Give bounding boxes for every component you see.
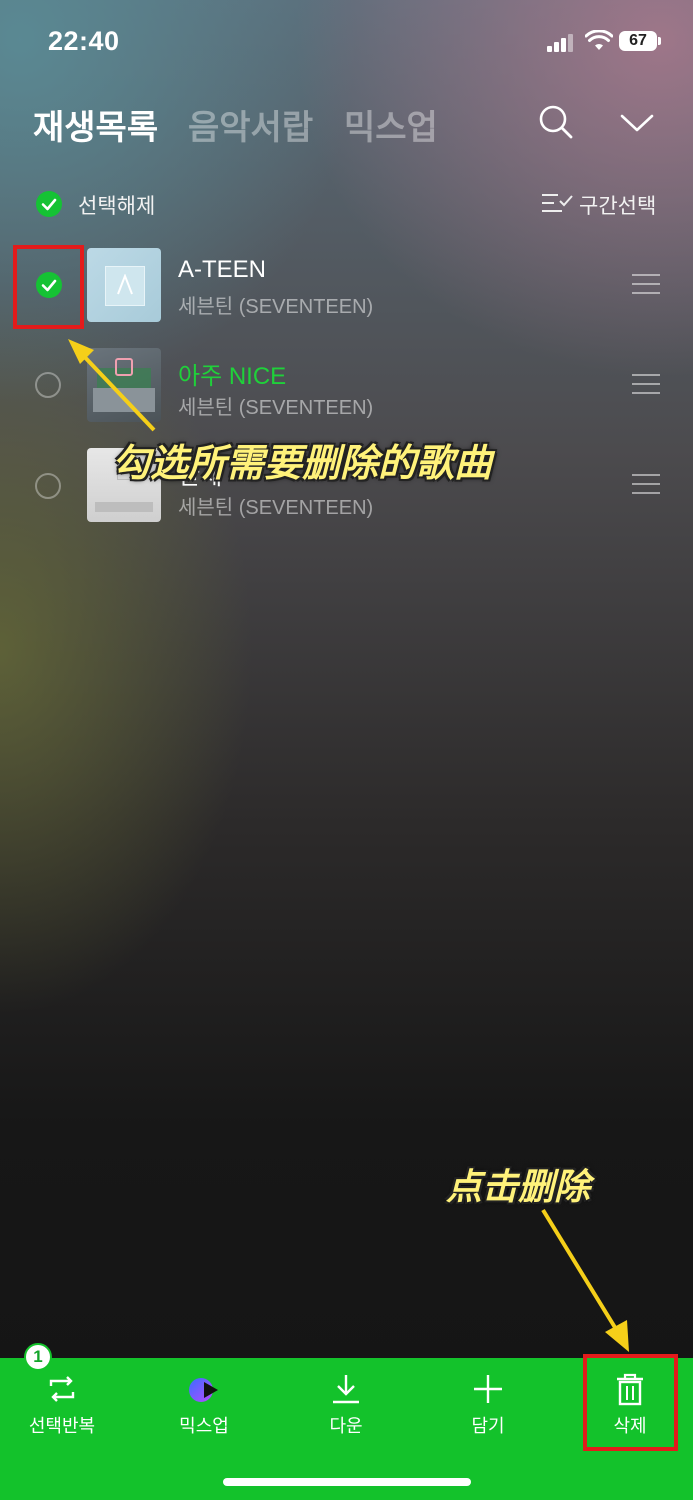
deselect-all-label[interactable]: 선택해제 xyxy=(78,190,155,220)
mixup-button[interactable]: 믹스업 xyxy=(149,1368,259,1438)
tab-music-drawer[interactable]: 음악서랍 xyxy=(188,100,313,149)
drag-handle-icon[interactable] xyxy=(632,374,660,394)
wifi-icon xyxy=(585,30,613,50)
annotation-delete-hint: 点击删除 xyxy=(446,1166,591,1207)
annotation-arrow-icon xyxy=(68,339,156,432)
plus-icon xyxy=(474,1375,502,1403)
mixup-icon xyxy=(189,1378,218,1402)
search-icon[interactable] xyxy=(538,104,574,140)
range-select-label[interactable]: 구간선택 xyxy=(579,190,656,220)
download-icon xyxy=(333,1375,359,1404)
home-indicator[interactable] xyxy=(223,1478,471,1486)
battery-nub xyxy=(658,37,661,45)
song-artist: 세븐틴 (SEVENTEEN) xyxy=(178,497,374,519)
annotation-highlight-checkbox xyxy=(13,245,84,329)
deselect-all-check-icon[interactable] xyxy=(36,191,62,217)
mixup-label: 믹스업 xyxy=(179,1416,229,1436)
annotation-select-hint: 勾选所需要删除的歌曲 xyxy=(112,443,493,485)
add-to-button[interactable]: 담기 xyxy=(433,1368,543,1438)
signal-icon xyxy=(547,34,575,52)
song-title: A-TEEN xyxy=(178,256,267,283)
song-artist: 세븐틴 (SEVENTEEN) xyxy=(178,296,374,318)
repeat-icon xyxy=(49,1376,75,1402)
battery-icon: 67 xyxy=(619,31,657,51)
annotation-arrow-icon xyxy=(541,1208,629,1352)
repeat-selected-button[interactable]: 선택반복 xyxy=(7,1368,117,1438)
battery-level: 67 xyxy=(629,32,647,49)
repeat-selected-label: 선택반복 xyxy=(28,1416,96,1436)
song-checkbox-unchecked[interactable] xyxy=(35,372,61,398)
drag-handle-icon[interactable] xyxy=(632,474,660,494)
download-label: 다운 xyxy=(329,1416,363,1436)
tab-playlist[interactable]: 재생목록 xyxy=(33,100,158,149)
add-to-label: 담기 xyxy=(471,1416,505,1436)
song-title-now-playing: 아주 NICE xyxy=(178,363,287,390)
song-checkbox-unchecked[interactable] xyxy=(35,473,61,499)
drag-handle-icon[interactable] xyxy=(632,274,660,294)
range-select-icon[interactable] xyxy=(540,191,574,215)
annotation-highlight-delete xyxy=(583,1354,678,1451)
download-button[interactable]: 다운 xyxy=(291,1368,401,1438)
song-artist: 세븐틴 (SEVENTEEN) xyxy=(178,397,374,419)
status-time: 22:40 xyxy=(48,26,120,56)
chevron-down-icon[interactable] xyxy=(620,112,654,134)
album-art xyxy=(87,248,161,322)
tab-mixup[interactable]: 믹스업 xyxy=(344,100,438,149)
selected-count-badge: 1 xyxy=(24,1343,52,1371)
